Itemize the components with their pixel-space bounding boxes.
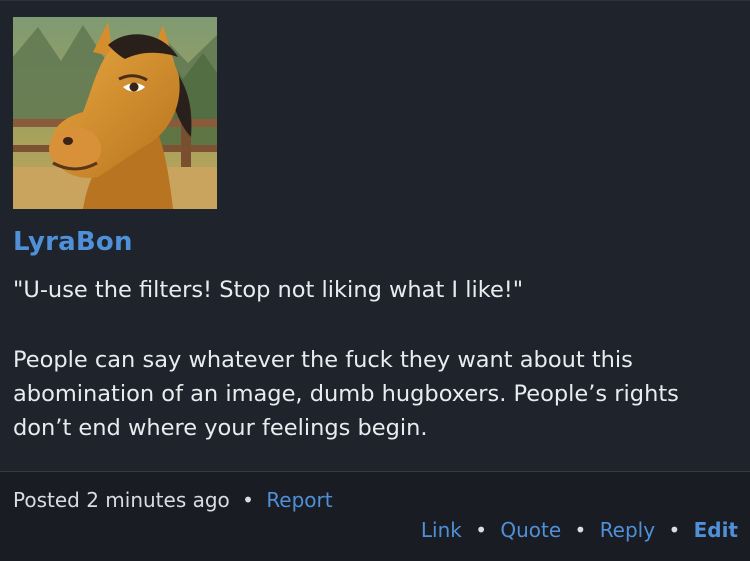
post-meta: Posted 2 minutes ago • Report <box>13 488 333 512</box>
reply-button[interactable]: Reply <box>600 518 655 542</box>
cartoon-horse-avatar-icon <box>13 17 217 209</box>
user-avatar[interactable] <box>13 17 217 209</box>
report-link[interactable]: Report <box>266 488 332 512</box>
comment-text: "U-use the filters! Stop not liking what… <box>13 273 735 445</box>
separator-dot: • <box>668 518 681 542</box>
edit-button[interactable]: Edit <box>694 518 738 542</box>
comment-paragraph: "U-use the filters! Stop not liking what… <box>13 277 524 303</box>
separator-dot: • <box>242 488 254 512</box>
separator-dot: • <box>574 518 587 542</box>
comment-paragraph: People can say whatever the fuck they wa… <box>13 347 679 441</box>
separator-dot: • <box>475 518 487 542</box>
comment-post: LyraBon "U-use the filters! Stop not lik… <box>0 0 750 561</box>
comment-footer: Posted 2 minutes ago • Report Link • Quo… <box>0 471 750 561</box>
quote-button[interactable]: Quote <box>500 518 561 542</box>
comment-body: LyraBon "U-use the filters! Stop not lik… <box>0 1 750 471</box>
post-actions: Link • Quote • Reply • Edit <box>421 518 738 542</box>
posted-time: Posted 2 minutes ago <box>13 488 230 512</box>
author-name[interactable]: LyraBon <box>13 227 133 257</box>
link-button[interactable]: Link <box>421 518 462 542</box>
